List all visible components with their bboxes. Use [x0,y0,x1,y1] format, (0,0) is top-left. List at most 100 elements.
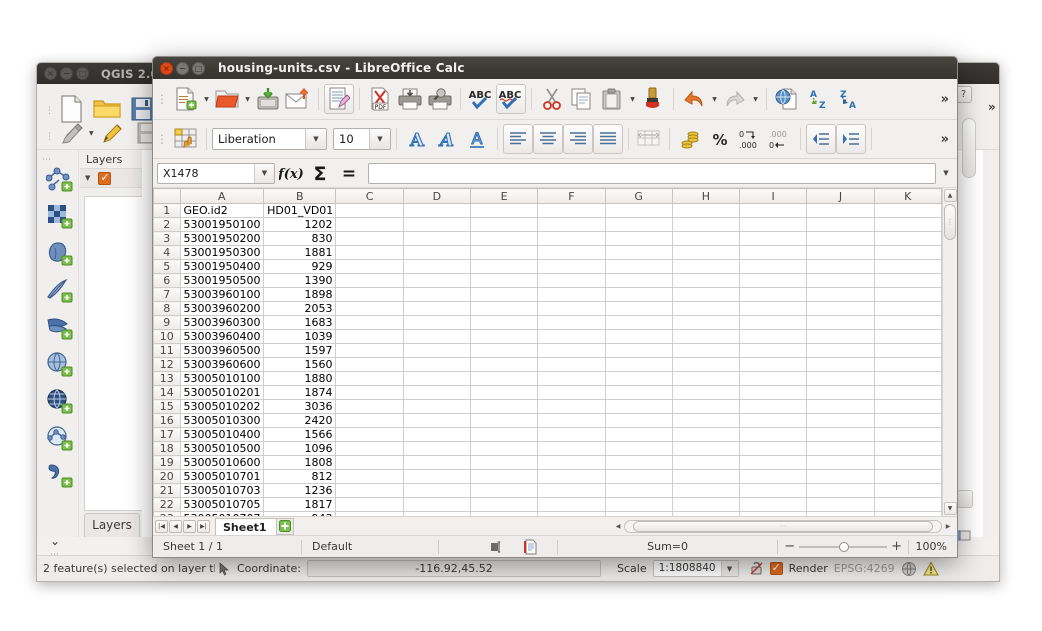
cell-b10[interactable]: 1039 [263,329,337,344]
column-header-c[interactable]: C [335,188,404,204]
edit-mode-icon[interactable] [324,84,354,114]
cell-j5[interactable] [806,259,875,274]
cell-e22[interactable] [469,497,539,512]
row-header[interactable]: 12 [153,357,181,372]
undo-dropdown-arrow[interactable]: ▼ [709,96,720,103]
cell-f17[interactable] [537,427,606,442]
hscroll-right-arrow[interactable]: ▶ [942,523,954,530]
add-postgis-layer-icon[interactable] [46,240,74,266]
cell-g5[interactable] [604,259,673,274]
currency-format-icon[interactable] [675,124,705,154]
save-document-icon[interactable] [253,84,283,114]
cell-f5[interactable] [537,259,606,274]
cell-c1[interactable] [335,203,404,218]
export-pdf-icon[interactable]: PDF [365,84,395,114]
layers-visibility-checkbox[interactable] [98,171,112,185]
bold-icon[interactable]: A [402,124,432,154]
messages-warning-icon[interactable] [922,560,939,577]
column-header-i[interactable]: I [739,188,808,204]
cell-e16[interactable] [469,413,539,428]
table-row[interactable]: 2 53001950100 1202 [153,217,942,232]
sheet-tab-bar[interactable]: |◀ ◀ ▶ ▶| Sheet1 ◀ ⋯ ▶ [153,516,957,535]
cell-k16[interactable] [873,413,942,428]
spreadsheet-cells[interactable]: A B C D E F G H I J K 1 GEO.id2 HD01_VD0… [153,188,942,516]
table-row[interactable]: 5 53001950400 929 [153,259,942,274]
font-name-combobox[interactable]: Liberation Sans ▼ [212,128,327,150]
add-spatialite-layer-icon[interactable] [46,277,74,303]
cell-b4[interactable]: 1881 [263,245,337,260]
cell-d6[interactable] [402,273,471,288]
print-preview-icon[interactable] [425,84,455,114]
table-row[interactable]: 2353005010707943 [153,511,942,516]
cell-a6[interactable]: 53001950500 [179,273,265,288]
vertical-scroll-thumb[interactable]: ⋮ [944,204,956,240]
calc-maximize-button[interactable]: □ [192,61,205,75]
row-header[interactable]: 8 [153,301,181,316]
table-row[interactable]: 14 53005010201 1874 [153,385,942,400]
cell-d13[interactable] [402,371,471,386]
qgis-close-button[interactable]: × [44,67,57,80]
font-size-combobox[interactable]: 10 ▼ [333,128,391,150]
percent-format-icon[interactable]: % [705,124,735,154]
hscroll-left-arrow[interactable]: ◀ [612,523,624,530]
row-header[interactable]: 5 [153,259,181,274]
cell-j8[interactable] [806,301,875,316]
table-row[interactable]: 21 53005010703 1236 [153,483,942,498]
cell-a11[interactable]: 53003960500 [179,343,265,358]
cell-d16[interactable] [402,413,471,428]
decrease-indent-icon[interactable] [806,124,836,154]
row-header[interactable]: 21 [153,483,181,498]
cell-c16[interactable] [335,413,404,428]
cell-k13[interactable] [873,371,942,386]
cell-b23[interactable]: 943 [263,511,337,516]
cell-e3[interactable] [469,231,539,246]
cell-k11[interactable] [873,343,942,358]
cell-c23[interactable] [335,511,404,516]
cell-a19[interactable]: 53005010600 [179,455,265,470]
cell-e5[interactable] [469,259,539,274]
cell-e23[interactable] [469,511,539,516]
delete-decimal-icon[interactable]: .000 0 [765,124,795,154]
cell-c22[interactable] [335,497,404,512]
table-row[interactable]: 3 53001950200 830 [153,231,942,246]
cell-k17[interactable] [873,427,942,442]
cell-d1[interactable] [402,203,471,218]
table-row[interactable]: 16 53005010300 2420 [153,413,942,428]
cell-d9[interactable] [402,315,471,330]
chevron-down-icon[interactable]: ▼ [85,174,90,182]
undo-dropdown-arrow[interactable]: ▼ [89,130,94,137]
cell-a21[interactable]: 53005010703 [179,483,265,498]
cell-e4[interactable] [469,245,539,260]
crs-status-icon[interactable] [901,561,917,577]
align-left-icon[interactable] [503,124,533,154]
cell-h21[interactable] [671,483,741,498]
cell-e21[interactable] [469,483,539,498]
cell-g2[interactable] [604,217,673,232]
cell-d3[interactable] [402,231,471,246]
cell-i15[interactable] [739,399,808,414]
standard-toolbar-grip[interactable]: ⋮ [156,93,168,105]
cell-a1[interactable]: GEO.id2 [179,203,265,218]
cell-f10[interactable] [537,329,606,344]
cell-b8[interactable]: 2053 [263,301,337,316]
table-row[interactable]: 13 53005010100 1880 [153,371,942,386]
cell-g16[interactable] [604,413,673,428]
cell-i21[interactable] [739,483,808,498]
libreoffice-calc-window[interactable]: × − □ housing-units.csv - LibreOffice Ca… [152,56,958,558]
cell-i11[interactable] [739,343,808,358]
cell-g4[interactable] [604,245,673,260]
cell-f3[interactable] [537,231,606,246]
add-wfs-layer-icon[interactable] [46,425,74,451]
qgis-toolbar-grip-1[interactable]: ⋮ [45,106,54,116]
cell-b1[interactable]: HD01_VD01 [263,203,337,218]
cell-e2[interactable] [469,217,539,232]
cell-c3[interactable] [335,231,404,246]
select-all-cells-icon[interactable] [171,124,201,154]
cell-h19[interactable] [671,455,741,470]
cell-e7[interactable] [469,287,539,302]
calc-titlebar[interactable]: × − □ housing-units.csv - LibreOffice Ca… [153,57,957,79]
cell-b17[interactable]: 1566 [263,427,337,442]
cell-a8[interactable]: 53003960200 [179,301,265,316]
column-header-h[interactable]: H [671,188,741,204]
cell-f23[interactable] [537,511,606,516]
